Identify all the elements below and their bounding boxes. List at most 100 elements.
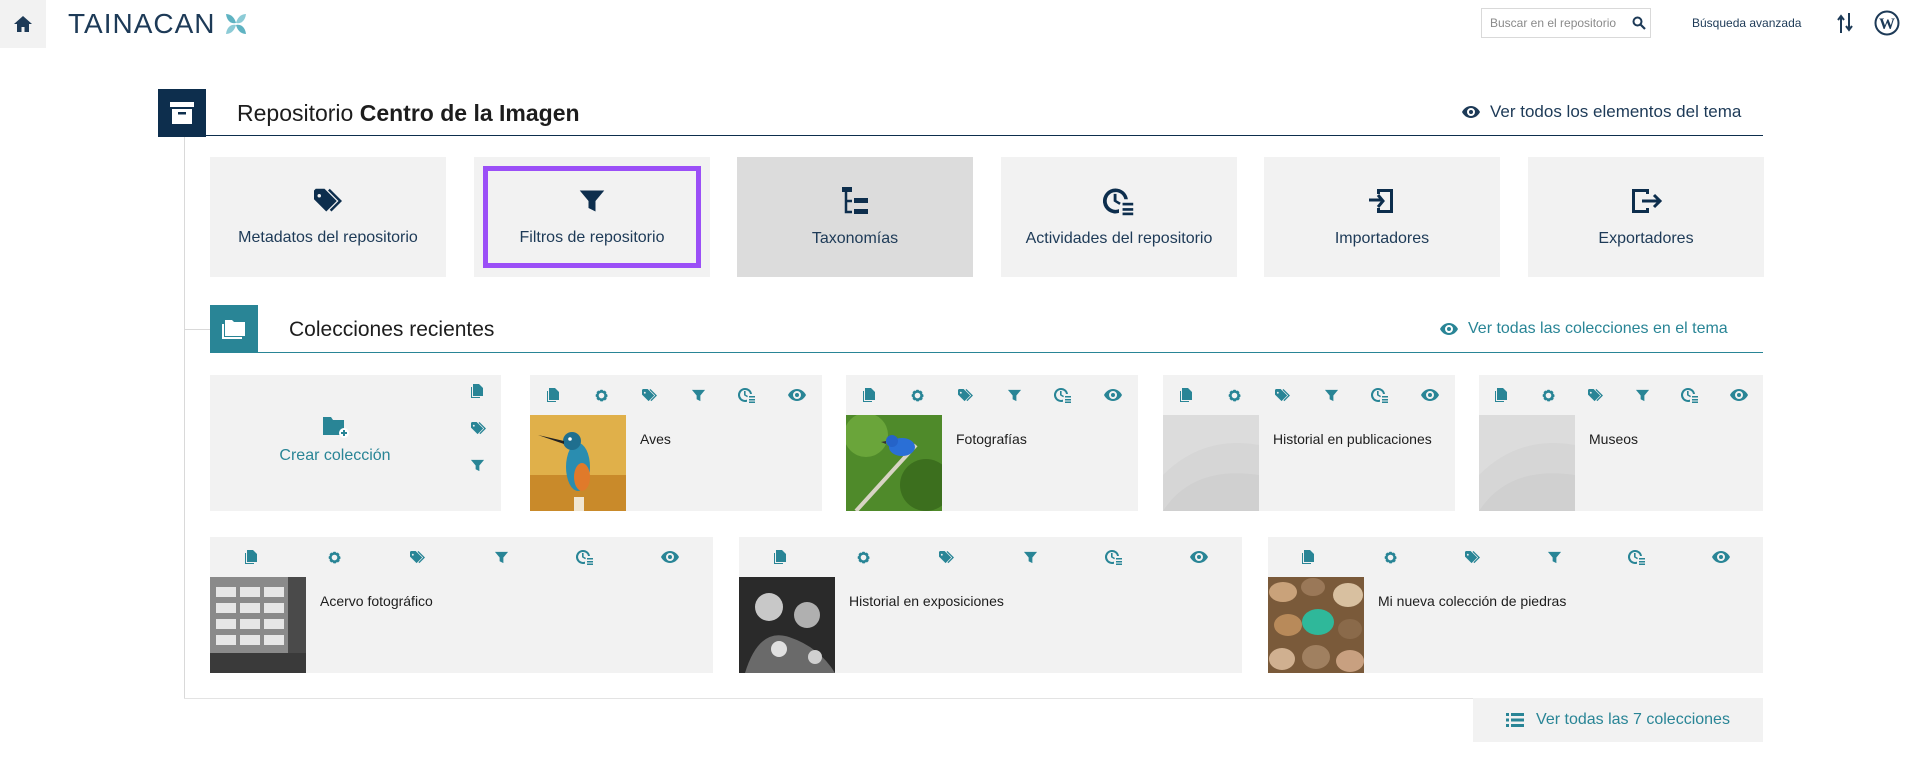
collection-card[interactable]: Aves [530, 375, 822, 511]
taxonomies-card[interactable]: Taxonomías [737, 157, 973, 277]
activities-icon[interactable] [1054, 387, 1072, 403]
collection-actions [739, 537, 1242, 577]
collection-card[interactable]: Historial en exposiciones [739, 537, 1242, 673]
activities-icon[interactable] [1681, 387, 1699, 403]
repository-metadata-card[interactable]: Metadatos del repositorio [210, 157, 446, 277]
gear-icon[interactable] [1383, 550, 1398, 565]
gear-icon[interactable] [594, 388, 609, 403]
tags-icon[interactable] [938, 550, 955, 565]
activities-icon[interactable] [1628, 549, 1646, 565]
view-total-label: Ver todas las 7 colecciones [1536, 711, 1730, 728]
collection-card[interactable]: Mi nueva colección de piedras [1268, 537, 1763, 673]
gear-icon[interactable] [1541, 388, 1556, 403]
gear-icon[interactable] [856, 550, 871, 565]
placeholder-thumbnail [1479, 415, 1575, 511]
advanced-search-link[interactable]: Búsqueda avanzada [1692, 16, 1801, 30]
filter-icon[interactable] [1635, 388, 1650, 403]
tags-icon[interactable] [409, 550, 426, 565]
items-icon[interactable] [470, 383, 486, 399]
collection-actions [530, 375, 822, 415]
gear-icon[interactable] [910, 388, 925, 403]
collection-actions [846, 375, 1138, 415]
collection-name: Mi nueva colección de piedras [1378, 593, 1567, 609]
collection-actions [1479, 375, 1763, 415]
exporters-card[interactable]: Exportadores [1528, 157, 1764, 277]
items-icon[interactable] [1494, 387, 1510, 403]
search-box[interactable] [1481, 8, 1651, 38]
eye-icon[interactable] [1190, 551, 1208, 563]
gear-icon[interactable] [1227, 388, 1242, 403]
new-folder-icon [323, 417, 349, 438]
repository-filters-card[interactable]: Filtros de repositorio [474, 157, 710, 277]
collection-card[interactable]: Fotografías [846, 375, 1138, 511]
search-icon[interactable] [1632, 16, 1646, 30]
collection-actions [1268, 537, 1763, 577]
stones-thumbnail [1268, 577, 1364, 673]
eye-icon[interactable] [1712, 551, 1730, 563]
eye-icon[interactable] [1421, 389, 1439, 401]
activities-icon[interactable] [738, 387, 756, 403]
eye-icon[interactable] [661, 551, 679, 563]
eye-icon [1440, 323, 1458, 335]
collection-card[interactable]: Historial en publicaciones [1163, 375, 1455, 511]
view-all-items-link[interactable]: Ver todos los elementos del tema [1462, 102, 1741, 122]
page-title: Repositorio Centro de la Imagen [237, 100, 580, 127]
collection-card[interactable]: Acervo fotográfico [210, 537, 713, 673]
collection-name: Historial en publicaciones [1273, 431, 1432, 447]
archive-icon [170, 102, 194, 124]
importers-card[interactable]: Importadores [1264, 157, 1500, 277]
eye-icon[interactable] [1104, 389, 1122, 401]
view-all-collections-button[interactable]: Ver todas las 7 colecciones [1473, 698, 1763, 742]
tags-icon[interactable] [1274, 388, 1291, 403]
items-icon[interactable] [1179, 387, 1195, 403]
filter-icon [578, 187, 606, 215]
view-all-collections-link[interactable]: Ver todas las colecciones en el tema [1440, 320, 1728, 338]
filter-icon[interactable] [470, 458, 485, 473]
tags-icon[interactable] [641, 388, 658, 403]
drawers-thumbnail [210, 577, 306, 673]
export-icon [1632, 189, 1663, 213]
repository-activities-card[interactable]: Actividades del repositorio [1001, 157, 1237, 277]
create-collection-card[interactable]: Crear colección [210, 375, 501, 511]
activities-icon [1103, 186, 1135, 216]
sort-arrows-icon[interactable] [1837, 12, 1853, 34]
activities-icon[interactable] [1371, 387, 1389, 403]
logo-mark-icon [225, 14, 246, 34]
tags-icon[interactable] [957, 388, 974, 403]
filter-icon[interactable] [1324, 388, 1339, 403]
items-icon[interactable] [244, 549, 260, 565]
activities-icon[interactable] [576, 549, 594, 565]
search-input[interactable] [1482, 15, 1632, 31]
home-icon [14, 16, 32, 32]
tags-icon[interactable] [1587, 388, 1604, 403]
filter-icon[interactable] [494, 550, 509, 565]
collection-name: Aves [640, 431, 671, 447]
activities-icon[interactable] [1105, 549, 1123, 565]
blue-bird-thumbnail [846, 415, 942, 511]
rail-connector [184, 329, 210, 330]
home-button[interactable] [0, 0, 46, 48]
svg-text:W: W [1879, 16, 1895, 33]
items-icon[interactable] [862, 387, 878, 403]
items-icon[interactable] [1301, 549, 1317, 565]
people-thumbnail [739, 577, 835, 673]
collection-card[interactable]: Museos [1479, 375, 1763, 511]
collection-name: Acervo fotográfico [320, 593, 433, 609]
tags-icon [312, 187, 344, 215]
eye-icon [1462, 106, 1480, 118]
tags-icon[interactable] [1464, 550, 1481, 565]
filter-icon[interactable] [1007, 388, 1022, 403]
wordpress-icon[interactable]: W [1874, 10, 1900, 36]
filter-icon[interactable] [1547, 550, 1562, 565]
items-icon[interactable] [546, 387, 562, 403]
placeholder-thumbnail [1163, 415, 1259, 511]
list-icon [1506, 713, 1525, 727]
eye-icon[interactable] [788, 389, 806, 401]
tags-icon[interactable] [470, 421, 487, 436]
tainacan-logo[interactable]: TAINACAN [68, 8, 250, 40]
eye-icon[interactable] [1730, 389, 1748, 401]
gear-icon[interactable] [327, 550, 342, 565]
filter-icon[interactable] [1023, 550, 1038, 565]
items-icon[interactable] [773, 549, 789, 565]
filter-icon[interactable] [691, 388, 706, 403]
